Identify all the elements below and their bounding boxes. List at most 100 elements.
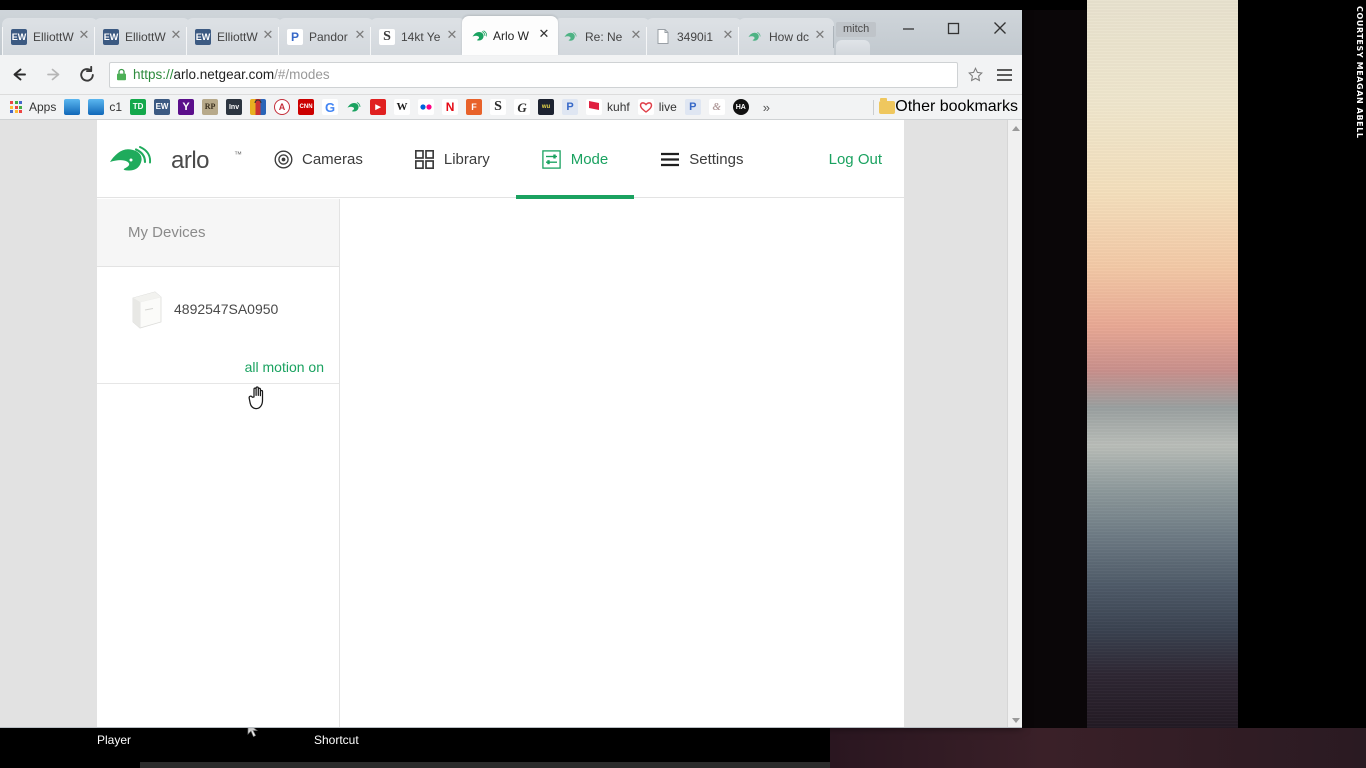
other-bookmarks-folder[interactable]: Other bookmarks <box>868 97 1018 116</box>
yahoo-icon: Y <box>178 99 195 115</box>
bookmark-item[interactable]: P <box>558 97 582 118</box>
tab-close-icon[interactable]: ✕ <box>168 28 184 45</box>
browser-tab[interactable]: 3490i1 ✕ <box>646 18 742 55</box>
tab-close-icon[interactable]: ✕ <box>444 28 460 45</box>
new-tab-button[interactable] <box>836 40 870 55</box>
tab-close-icon[interactable]: ✕ <box>812 28 828 45</box>
tab-close-icon[interactable]: ✕ <box>352 28 368 45</box>
url-scheme: https:// <box>133 67 174 82</box>
tab-title: How dc <box>769 29 810 44</box>
bookmark-item[interactable] <box>342 97 366 118</box>
bookmark-item[interactable]: Inv <box>222 97 246 118</box>
logout-link[interactable]: Log Out <box>829 120 882 198</box>
back-arrow-icon[interactable] <box>4 60 34 90</box>
browser-tab[interactable]: S 14kt Ye ✕ <box>370 18 466 55</box>
etsy-icon: S <box>379 28 395 45</box>
document-icon <box>655 29 671 45</box>
youtube-icon: ▶ <box>370 99 387 115</box>
blue-gradient-icon <box>64 99 81 115</box>
bookmark-item[interactable] <box>414 97 438 118</box>
bookmark-apps-button[interactable]: Apps <box>4 97 60 118</box>
url-path: /#/modes <box>274 67 330 82</box>
nav-item-library[interactable]: Library <box>389 120 516 198</box>
bookmark-item[interactable]: EW <box>150 97 174 118</box>
mode-content-panel <box>341 199 904 728</box>
grid-squares-icon <box>415 149 435 169</box>
flickr-icon <box>418 99 435 115</box>
nav-item-settings[interactable]: Settings <box>634 120 769 198</box>
window-minimize-button[interactable] <box>886 14 931 42</box>
arlo-logo[interactable]: arlo ™ <box>109 146 242 176</box>
bookmark-item[interactable]: TD <box>126 97 150 118</box>
bookmark-item[interactable]: RP <box>198 97 222 118</box>
url-text: https://arlo.netgear.com/#/modes <box>133 67 330 82</box>
scroll-down-arrow-icon[interactable] <box>1008 712 1023 728</box>
tab-title: Arlo W <box>493 28 529 43</box>
browser-tab[interactable]: How dc ✕ <box>738 18 834 55</box>
bookmark-item[interactable]: G <box>510 97 534 118</box>
bookmark-item[interactable]: G <box>318 97 342 118</box>
browser-tab[interactable]: EW ElliottW ✕ <box>94 18 190 55</box>
desktop-icon-shortcut[interactable]: Shortcut <box>314 733 359 747</box>
tab-close-icon[interactable]: ✕ <box>260 28 276 45</box>
investopedia-icon: Inv <box>226 99 243 115</box>
scroll-up-arrow-icon[interactable] <box>1008 120 1023 136</box>
bookmark-item[interactable]: c1 <box>84 97 126 118</box>
browser-toolbar: https://arlo.netgear.com/#/modes <box>0 55 1022 95</box>
nav-item-cameras[interactable]: Cameras <box>247 120 389 198</box>
bookmark-item[interactable]: Y <box>174 97 198 118</box>
hamburger-menu-icon[interactable] <box>988 60 1020 90</box>
window-maximize-button[interactable] <box>931 14 976 42</box>
bookmark-item[interactable]: N <box>438 97 462 118</box>
trademark-symbol: ™ <box>234 150 242 159</box>
bookmark-item[interactable]: ▶ <box>366 97 390 118</box>
ew-icon: EW <box>195 28 211 45</box>
flag-icon <box>586 99 603 115</box>
browser-tab[interactable]: EW ElliottW ✕ <box>186 18 282 55</box>
device-status[interactable]: all motion on <box>245 359 324 375</box>
bookmark-item[interactable]: HA <box>729 97 753 118</box>
browser-tab[interactable]: EW ElliottW ✕ <box>2 18 98 55</box>
window-close-button[interactable] <box>977 14 1022 42</box>
arlo-hummingbird-icon <box>110 146 152 171</box>
bookmark-item[interactable]: live <box>634 97 681 118</box>
camera-lens-icon <box>273 149 293 169</box>
bookmark-item[interactable]: S <box>486 97 510 118</box>
reload-icon[interactable] <box>72 60 102 90</box>
nav-item-label: Cameras <box>302 150 363 168</box>
bookmark-item[interactable] <box>246 97 270 118</box>
bookmark-item[interactable]: A <box>270 97 294 118</box>
nav-item-label: Library <box>443 150 490 168</box>
browser-tab-active[interactable]: Arlo W ✕ <box>462 16 558 55</box>
star-icon[interactable] <box>962 62 988 88</box>
bookmark-item[interactable] <box>60 97 84 118</box>
wikipedia-icon: W <box>394 99 411 115</box>
tab-close-icon[interactable]: ✕ <box>536 27 552 44</box>
bookmark-item[interactable]: & <box>705 97 729 118</box>
apps-grid-icon <box>8 99 24 115</box>
bookmark-item[interactable]: W <box>390 97 414 118</box>
bookmark-item[interactable]: F <box>462 97 486 118</box>
base-station-icon <box>129 289 164 331</box>
address-bar[interactable]: https://arlo.netgear.com/#/modes <box>109 61 958 88</box>
bookmark-item[interactable]: CNN <box>294 97 318 118</box>
desktop-icon-player[interactable]: Player <box>97 733 131 747</box>
browser-tab[interactable]: P Pandor ✕ <box>278 18 374 55</box>
device-list-item[interactable]: 4892547SA0950 all motion on <box>97 267 339 384</box>
bookmark-item[interactable]: wu <box>534 97 558 118</box>
bookmark-item[interactable]: kuhf <box>582 97 634 118</box>
page-scrollbar[interactable] <box>1007 120 1022 728</box>
profile-name-badge[interactable]: mitch <box>836 22 877 37</box>
script-icon: & <box>708 99 725 115</box>
tab-close-icon[interactable]: ✕ <box>720 28 736 45</box>
tab-close-icon[interactable]: ✕ <box>76 28 92 45</box>
other-bookmarks-label: Other bookmarks <box>895 98 1018 115</box>
nav-item-label: Settings <box>689 150 744 168</box>
tab-close-icon[interactable]: ✕ <box>628 28 644 45</box>
chrome-browser-window: EW ElliottW ✕ EW ElliottW ✕ EW ElliottW … <box>0 10 1022 728</box>
bookmark-item[interactable]: P <box>681 97 705 118</box>
browser-tab[interactable]: Re: Ne ✕ <box>554 18 650 55</box>
nav-item-mode[interactable]: Mode <box>515 120 635 199</box>
bookmarks-overflow-chevron[interactable]: » <box>757 100 776 115</box>
forward-arrow-icon[interactable] <box>38 60 68 90</box>
